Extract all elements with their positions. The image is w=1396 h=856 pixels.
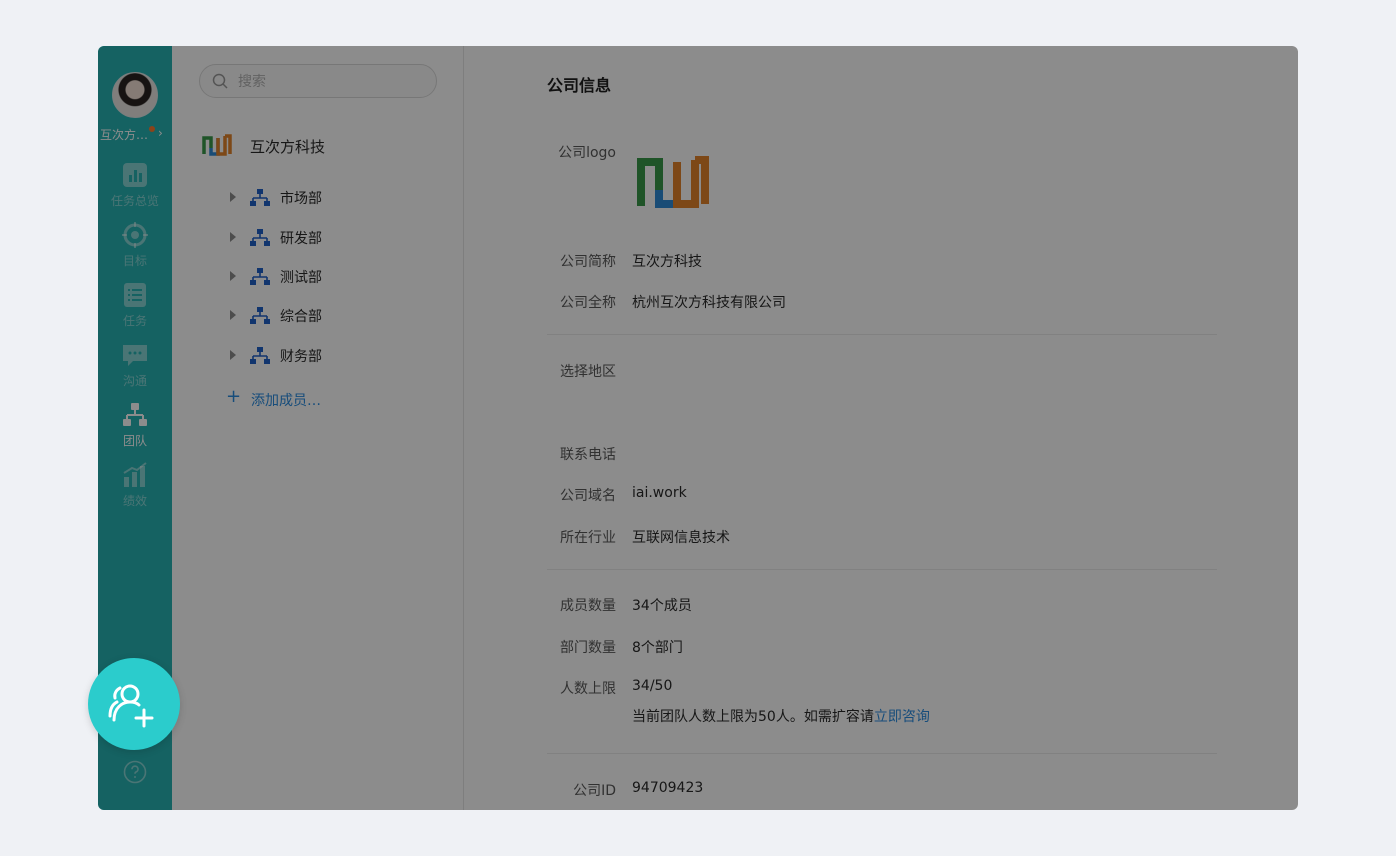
limit-note: 当前团队人数上限为50人。如需扩容请立即咨询 <box>632 706 930 726</box>
app-window: 互次方… › 任务总览 目标 任务 沟通 团队 绩效 搜索 互次方科技 市场部 … <box>98 46 1298 810</box>
add-user-icon <box>108 684 154 728</box>
nav-item-team[interactable]: 团队 <box>98 402 172 456</box>
domain-label: 公司域名 <box>560 488 616 504</box>
members-label: 成员数量 <box>560 598 616 614</box>
nav-label: 团队 <box>122 434 147 448</box>
caret-right-icon[interactable] <box>230 232 236 242</box>
consult-link[interactable]: 立即咨询 <box>874 709 930 725</box>
caret-right-icon[interactable] <box>230 271 236 281</box>
depts-label: 部门数量 <box>560 640 616 656</box>
invite-member-button[interactable] <box>88 658 180 750</box>
full-name-label: 公司全称 <box>560 295 616 311</box>
nav-item-tasks[interactable]: 任务 <box>98 282 172 336</box>
nav-label: 绩效 <box>122 494 147 508</box>
notification-dot <box>149 126 155 132</box>
chevron-right-icon: › <box>158 126 163 140</box>
region-label: 选择地区 <box>560 364 616 380</box>
company-id-value: 94709423 <box>632 780 704 796</box>
org-tree-panel: 互次方科技 市场部 研发部 测试部 <box>172 46 464 810</box>
nav-item-task-overview[interactable]: 任务总览 <box>98 162 172 216</box>
search-input[interactable] <box>236 70 430 94</box>
nav-item-chat[interactable]: 沟通 <box>98 342 172 396</box>
avatar[interactable] <box>112 72 158 118</box>
divider <box>547 753 1217 754</box>
dept-label: 市场部 <box>280 191 322 207</box>
dept-label: 财务部 <box>280 349 322 365</box>
target-icon <box>122 222 148 248</box>
domain-value: iai.work <box>632 485 687 501</box>
phone-label: 联系电话 <box>560 447 616 463</box>
tree-dept-item[interactable]: 研发部 <box>230 226 430 250</box>
depts-value: 8个部门 <box>632 640 683 656</box>
help-circle-icon[interactable] <box>123 760 147 784</box>
user-switcher[interactable]: 互次方… › <box>98 126 172 144</box>
short-name-label: 公司简称 <box>560 254 616 270</box>
user-name: 互次方… <box>100 128 149 142</box>
chat-icon <box>123 345 147 366</box>
nav-item-performance[interactable]: 绩效 <box>98 462 172 516</box>
short-name-value: 互次方科技 <box>632 254 702 270</box>
add-member-label: 添加成员… <box>251 393 321 409</box>
department-icon <box>250 229 270 246</box>
dept-label: 研发部 <box>280 231 322 247</box>
logo-label: 公司logo <box>558 145 616 161</box>
company-id-label: 公司ID <box>573 783 616 799</box>
tree-dept-item[interactable]: 市场部 <box>230 186 430 210</box>
company-info-panel: 公司信息 公司logo 公司简称 互次方科技 公司全称 杭州互次方科技有限公司 … <box>464 46 1298 810</box>
company-name: 互次方科技 <box>250 138 326 156</box>
caret-right-icon[interactable] <box>230 350 236 360</box>
limit-label: 人数上限 <box>560 681 616 697</box>
nav-label: 任务 <box>122 314 147 328</box>
department-icon <box>250 307 270 324</box>
caret-right-icon[interactable] <box>230 192 236 202</box>
company-logo-icon <box>202 134 232 156</box>
department-icon <box>250 189 270 206</box>
org-chart-icon <box>123 403 147 426</box>
nav-item-goals[interactable]: 目标 <box>98 222 172 276</box>
limit-value: 34/50 <box>632 678 673 694</box>
department-icon <box>250 347 270 364</box>
dept-label: 综合部 <box>280 309 322 325</box>
page-title: 公司信息 <box>547 76 612 95</box>
search-icon <box>212 73 228 89</box>
limit-note-text: 当前团队人数上限为50人。如需扩容请 <box>632 709 874 725</box>
tree-dept-item[interactable]: 财务部 <box>230 344 430 368</box>
company-logo-image[interactable] <box>636 156 710 208</box>
nav-label: 沟通 <box>122 374 147 388</box>
nav-label: 目标 <box>122 254 147 268</box>
divider <box>547 569 1217 570</box>
tree-dept-item[interactable]: 测试部 <box>230 265 430 289</box>
industry-value: 互联网信息技术 <box>632 530 730 546</box>
plus-icon: + <box>226 386 242 407</box>
members-value: 34个成员 <box>632 598 692 614</box>
bar-chart-icon <box>123 163 147 187</box>
nav-label: 任务总览 <box>110 194 159 208</box>
industry-label: 所在行业 <box>560 530 616 546</box>
full-name-value: 杭州互次方科技有限公司 <box>632 295 786 311</box>
department-icon <box>250 268 270 285</box>
task-list-icon <box>124 283 146 307</box>
dept-label: 测试部 <box>280 270 322 286</box>
tree-company-root[interactable]: 互次方科技 <box>202 134 442 160</box>
caret-right-icon[interactable] <box>230 310 236 320</box>
tree-dept-item[interactable]: 综合部 <box>230 304 430 328</box>
performance-chart-icon <box>123 462 147 487</box>
search-box[interactable] <box>199 64 437 98</box>
divider <box>547 334 1217 335</box>
